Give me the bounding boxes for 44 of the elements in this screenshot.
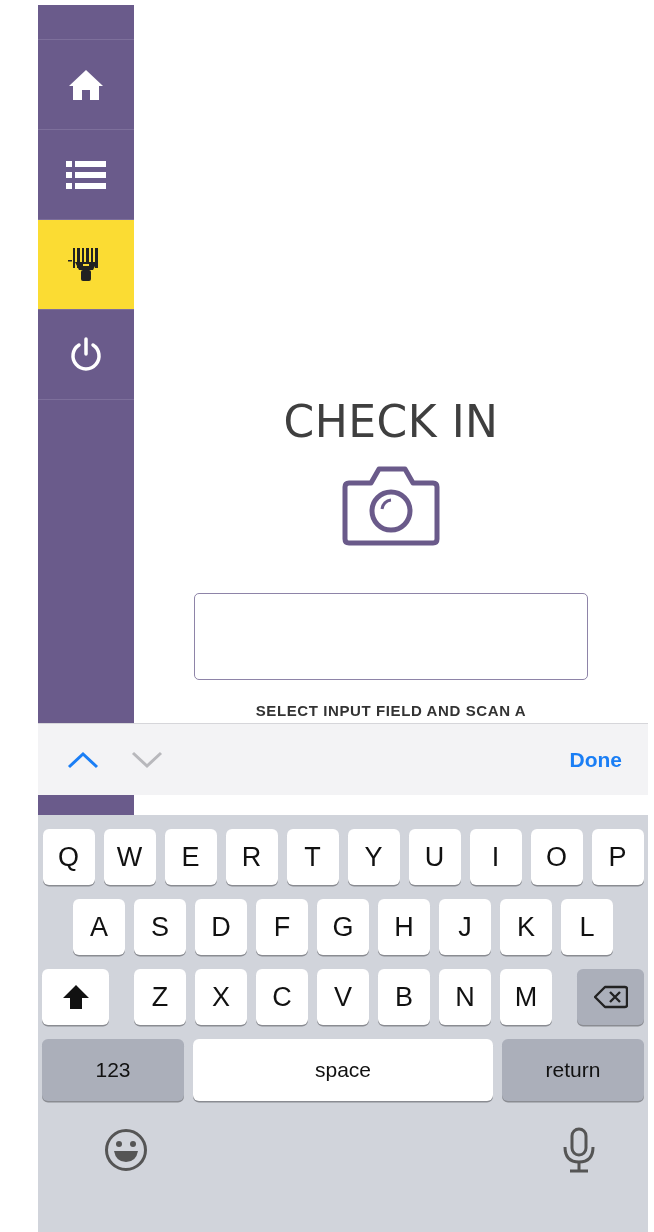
letter-key[interactable]: Q <box>42 829 95 885</box>
letter-key[interactable]: E <box>164 829 217 885</box>
letter-key[interactable]: P <box>591 829 644 885</box>
backspace-key[interactable] <box>577 969 644 1025</box>
scan-input-field[interactable] <box>194 593 588 680</box>
letter-key[interactable]: A <box>73 899 125 955</box>
space-key[interactable]: space <box>193 1039 493 1101</box>
letter-key[interactable]: R <box>225 829 278 885</box>
letter-key[interactable]: G <box>317 899 369 955</box>
letter-key[interactable]: O <box>530 829 583 885</box>
return-key[interactable]: return <box>502 1039 644 1101</box>
home-icon <box>67 67 105 102</box>
letter-key[interactable]: K <box>500 899 552 955</box>
letter-key[interactable]: B <box>378 969 430 1025</box>
letter-key[interactable]: Z <box>134 969 186 1025</box>
chevron-up-icon[interactable] <box>66 749 100 770</box>
page-title: CHECK IN <box>283 395 499 449</box>
letter-key[interactable]: I <box>469 829 522 885</box>
letter-key[interactable]: W <box>103 829 156 885</box>
letter-key[interactable]: N <box>439 969 491 1025</box>
sidebar-scanner-button[interactable] <box>38 220 134 310</box>
letter-key[interactable]: V <box>317 969 369 1025</box>
letter-key[interactable]: Y <box>347 829 400 885</box>
microphone-icon[interactable] <box>562 1127 596 1173</box>
list-icon <box>66 159 106 190</box>
letter-key[interactable]: F <box>256 899 308 955</box>
letter-key[interactable]: H <box>378 899 430 955</box>
backspace-icon <box>593 985 628 1009</box>
hint-text: SELECT INPUT FIELD AND SCAN A <box>255 702 527 719</box>
letter-key[interactable]: D <box>195 899 247 955</box>
letter-key[interactable]: M <box>500 969 552 1025</box>
emoji-icon[interactable] <box>104 1128 148 1172</box>
letter-key[interactable]: J <box>439 899 491 955</box>
shift-arrow-icon <box>61 984 90 1010</box>
letter-key[interactable]: X <box>195 969 247 1025</box>
letter-key[interactable]: C <box>256 969 308 1025</box>
done-button[interactable]: Done <box>563 743 628 776</box>
letter-key[interactable]: S <box>134 899 186 955</box>
numbers-key[interactable]: 123 <box>42 1039 184 1101</box>
power-icon <box>69 336 103 373</box>
letter-key[interactable]: U <box>408 829 461 885</box>
shift-key[interactable] <box>42 969 109 1025</box>
letter-key[interactable]: T <box>286 829 339 885</box>
letter-key[interactable]: L <box>561 899 613 955</box>
